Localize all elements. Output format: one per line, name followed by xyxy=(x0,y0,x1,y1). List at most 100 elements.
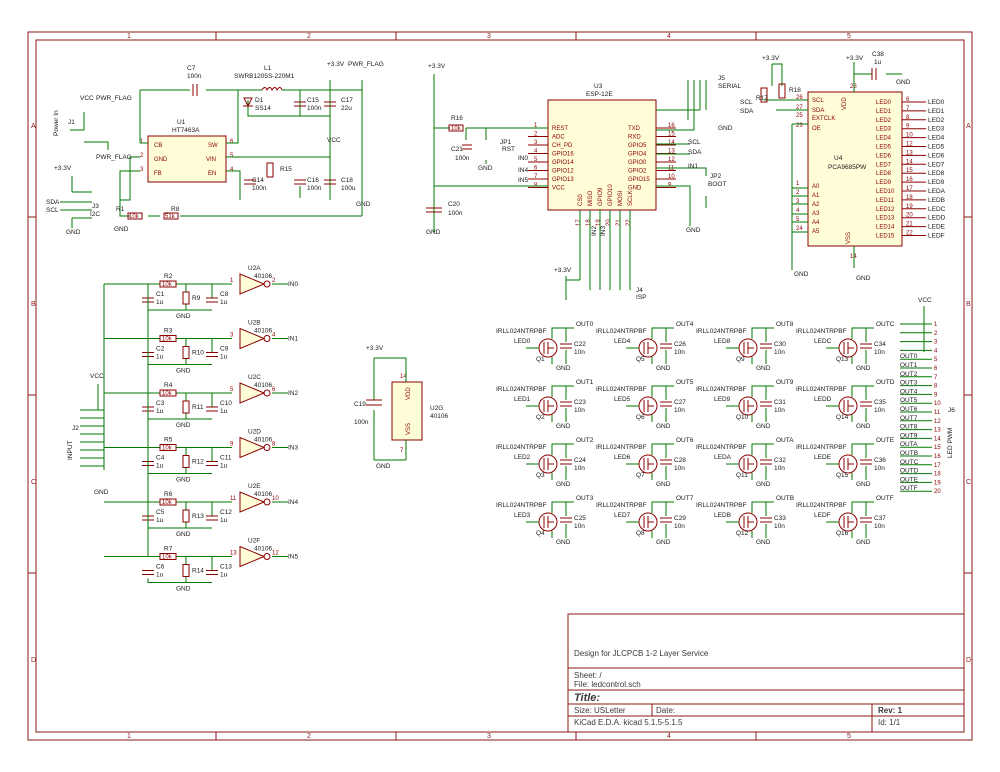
pwm-pin-label-right: LED0 xyxy=(876,100,892,106)
input-cap-b-ref: C11 xyxy=(220,455,232,462)
mosfet-cap-0-0 xyxy=(560,343,572,349)
input-cap-b-ref: C12 xyxy=(220,509,232,516)
u1-pinnum-vin: 5 xyxy=(230,153,234,159)
buffer-value: 40106 xyxy=(254,546,272,553)
tb-id: Id: 1/1 xyxy=(878,718,901,727)
input-caps-1 xyxy=(142,352,218,357)
j6-pin-num: 9 xyxy=(934,392,938,398)
mosfet-driver-grid: IRLL024NTRPBFOUT0LED0 C2210nQ1GNDIRLL024N… xyxy=(496,321,895,546)
j4-name: ISP xyxy=(636,294,646,301)
buffer-ref: U2D xyxy=(248,429,261,436)
vcc-label-1: VCC xyxy=(80,95,94,102)
pwm-pin-num-left: 4 xyxy=(796,208,800,214)
j6-pins: 12345OUT06OUT17OUT28OUT39OUT410OUT511OUT… xyxy=(900,322,941,495)
esp-pin-label-bottom: CS0 xyxy=(578,194,584,206)
mosfet-cap-3-0 xyxy=(560,517,572,523)
c7-value: 100n xyxy=(187,73,202,80)
buffer-pin-out: 8 xyxy=(272,442,276,448)
mosfet-cap-ref: C35 xyxy=(874,399,886,406)
pwm-pin-label-right: LED14 xyxy=(876,225,895,231)
c7-ref: C7 xyxy=(187,65,196,72)
c21-value: 100n xyxy=(455,155,470,162)
input-cap-b-value: 1u xyxy=(220,354,228,361)
zone-row-right-A: A xyxy=(966,123,971,130)
buffer-pin-in: 5 xyxy=(230,387,234,393)
j6-pin-num: 3 xyxy=(934,340,938,346)
mosfet-ref: Q1 xyxy=(536,356,545,363)
j1-ref: J1 xyxy=(68,119,75,126)
j6-net-label: OUT0 xyxy=(900,353,918,360)
mosfet-symbol-1-3 xyxy=(843,400,854,412)
j6-pin-num: 12 xyxy=(934,419,941,425)
led-pwm-connector-j6: VCC J6 LED PWM 12345OUT06OUT17OUT28OUT39… xyxy=(900,297,955,495)
pwm-pin-num-right: 15 xyxy=(906,168,913,174)
r8-value: 51k xyxy=(165,214,176,220)
mosfet-out-net: OUT0 xyxy=(576,321,594,328)
buffer-value: 40106 xyxy=(254,437,272,444)
zone-col-bottom-3: 3 xyxy=(487,733,491,740)
j2-vcc: VCC xyxy=(90,373,104,380)
input-bleed-resistor-0 xyxy=(182,291,190,305)
mosfet-part: IRLL024NTRPBF xyxy=(696,328,747,335)
tb-comment: Design for JLCPCB 1-2 Layer Service xyxy=(574,649,709,658)
pwm-pin-label-right: LED13 xyxy=(876,216,895,222)
tb-rev: Rev: 1 xyxy=(878,706,903,715)
pwm-pin-label-left: SCL xyxy=(812,98,824,104)
mosfet-out-net: OUT3 xyxy=(576,495,594,502)
input-resistor-ref: R3 xyxy=(164,328,173,335)
mosfet-gnd: GND xyxy=(556,365,571,372)
mosfet-cap-value: 10n xyxy=(774,465,785,472)
mosfet-out-net: OUT4 xyxy=(676,321,694,328)
mosfet-cap-ref: C24 xyxy=(574,457,586,464)
gnd-label-j3: GND xyxy=(66,229,81,236)
input-cap-a-ref: C4 xyxy=(156,455,165,462)
mosfet-cap-value: 10n xyxy=(574,523,585,530)
j2-ref: J2 xyxy=(72,425,79,432)
j6-pin-num: 18 xyxy=(934,472,941,478)
mosfet-out-net: OUTB xyxy=(776,495,794,502)
j4-ref: J4 xyxy=(636,287,643,294)
mosfet-gate-net: LEDC xyxy=(814,338,832,345)
mosfet-part: IRLL024NTRPBF xyxy=(696,502,747,509)
bleed-resistor-ref: R9 xyxy=(192,295,201,302)
mosfet-cap-1-0 xyxy=(560,401,572,407)
esp-gnd-c20: GND xyxy=(426,229,441,236)
input-cap-a-ref: C1 xyxy=(156,291,165,298)
pwm-net-label: LED6 xyxy=(928,152,945,159)
input-gnd: GND xyxy=(176,313,191,320)
u2g-vdd: VDD xyxy=(406,387,412,400)
j6-name: LED PWM xyxy=(947,428,954,458)
pwm-pin-num-right: 13 xyxy=(906,150,913,156)
c14-value: 100n xyxy=(252,185,267,192)
mosfet-part: IRLL024NTRPBF xyxy=(796,502,847,509)
j6-pin-num: 16 xyxy=(934,454,941,460)
c18-value: 100u xyxy=(341,185,356,192)
pwm-pin-num-left: 25 xyxy=(796,113,803,119)
mosfet-gnd: GND xyxy=(756,365,771,372)
zone-row-right-D: D xyxy=(966,657,971,664)
mosfet-gate-net: LED1 xyxy=(514,396,531,403)
r1-value: 10k xyxy=(129,214,140,220)
pwm-pin-num-right: 18 xyxy=(906,195,913,201)
mosfet-cap-ref: C29 xyxy=(674,515,686,522)
tb-sheet: Sheet: / xyxy=(574,671,602,680)
mosfet-part: IRLL024NTRPBF xyxy=(496,386,547,393)
mosfet-out-net: OUT8 xyxy=(776,321,794,328)
j6-pin-num: 1 xyxy=(934,322,938,328)
jp1-ref: JP1 xyxy=(500,139,512,146)
j6-pin-num: 10 xyxy=(934,401,941,407)
buffer-pin-in: 1 xyxy=(230,278,234,284)
gnd-label-c18: GND xyxy=(356,201,371,208)
esp-pin-num-right: 12 xyxy=(668,157,675,163)
l1-value: SWRB1205S-220M1 xyxy=(234,73,295,80)
mosfet-symbol-3-0 xyxy=(543,516,554,528)
j6-net-label: OUT7 xyxy=(900,415,918,422)
pwm-pin-label-left: OE xyxy=(812,126,821,132)
mosfet-gnd: GND xyxy=(856,365,871,372)
esp-pin-label-right: GPIO5 xyxy=(628,143,647,149)
u1-pin-sw: SW xyxy=(208,143,218,149)
bleed-resistor-ref: R11 xyxy=(192,404,204,411)
u2g-value: 40106 xyxy=(430,413,448,420)
c16-value: 100n xyxy=(307,185,322,192)
input-net-label: IN2 xyxy=(288,390,299,397)
